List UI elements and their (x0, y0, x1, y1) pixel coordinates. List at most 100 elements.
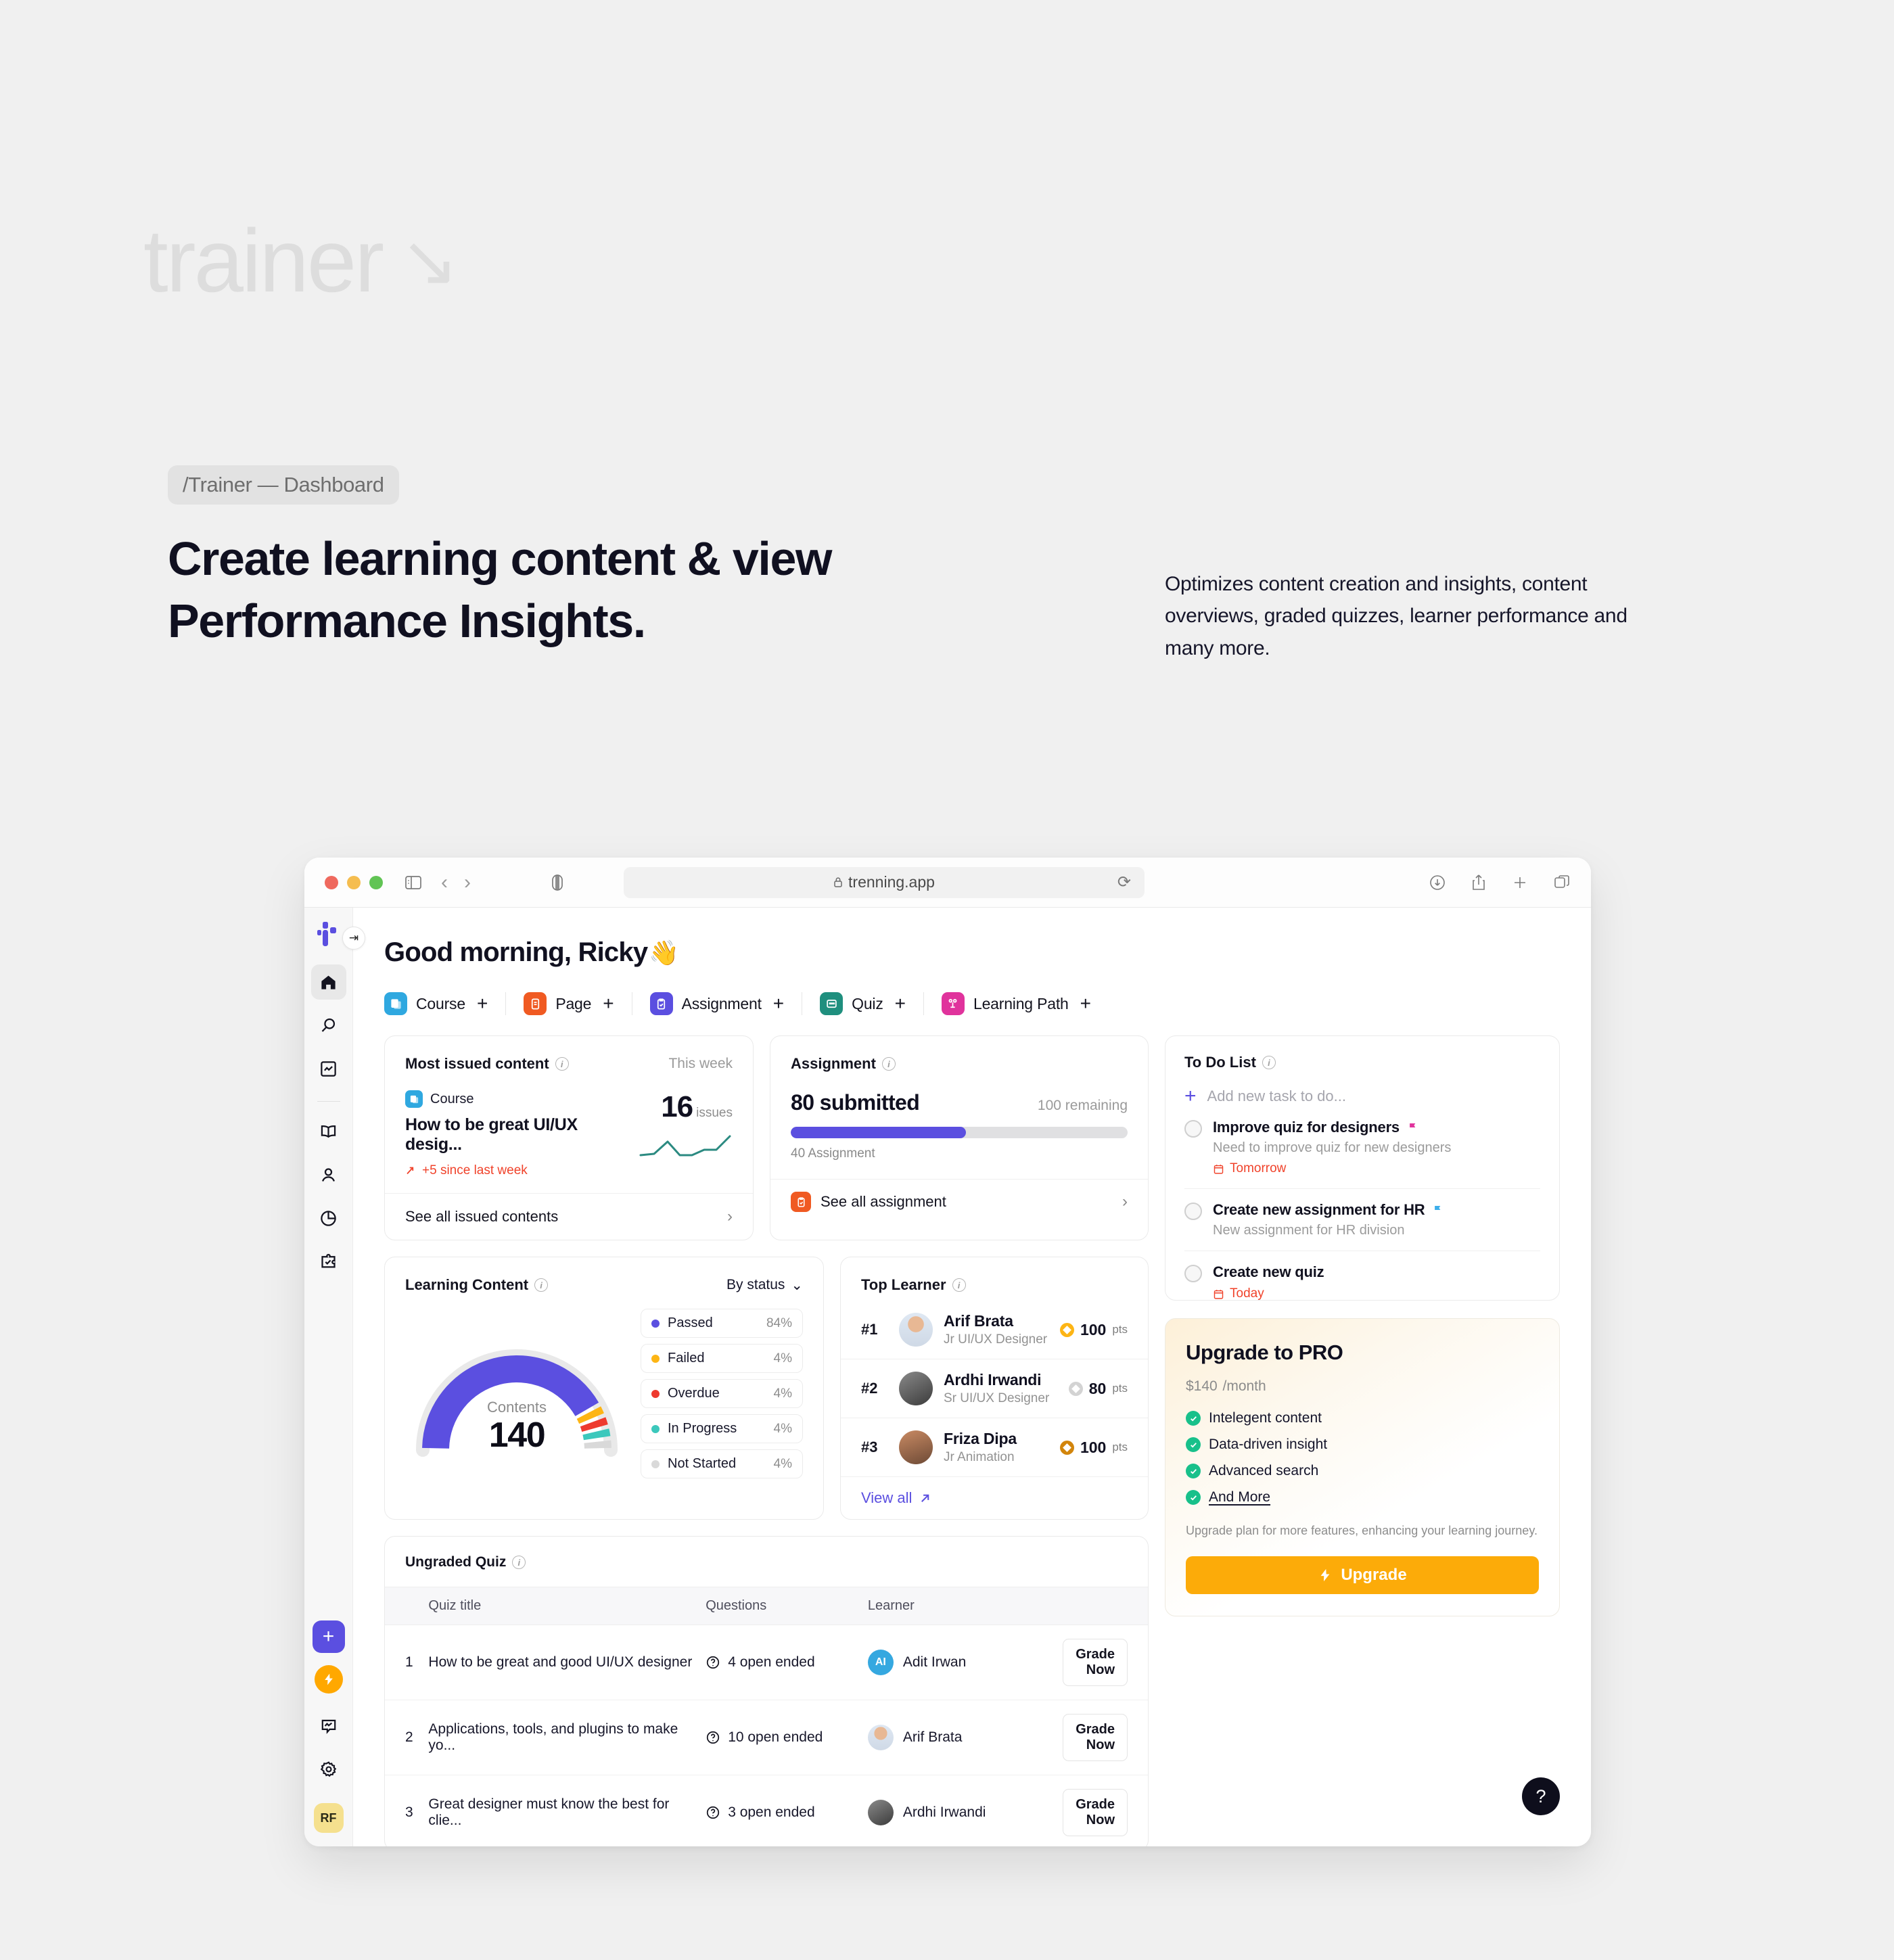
see-all-assignment-left: See all assignment (791, 1192, 946, 1212)
back-icon[interactable]: ‹ (441, 871, 448, 894)
sidebar-item-home[interactable] (310, 964, 346, 1000)
pro-feature[interactable]: And More (1186, 1489, 1539, 1506)
create-item-page[interactable]: Page + (524, 992, 631, 1015)
downloads-icon[interactable] (1429, 874, 1446, 891)
reload-icon[interactable]: ⟳ (1117, 872, 1131, 892)
create-plus-assignment[interactable]: + (773, 993, 784, 1014)
content-type: Course (405, 1090, 638, 1108)
avatar[interactable]: RF (313, 1803, 344, 1833)
by-status-dropdown[interactable]: By status ⌄ (726, 1277, 803, 1294)
sidebar-item-learners[interactable] (311, 1157, 346, 1192)
help-button[interactable]: ? (1522, 1777, 1560, 1815)
forward-icon[interactable]: › (464, 871, 471, 894)
info-icon[interactable]: i (512, 1556, 526, 1569)
sidebar-item-library[interactable] (311, 1114, 346, 1149)
legend-item-passed[interactable]: Passed 84% (641, 1309, 803, 1338)
grade-now-button[interactable]: Grade Now (1063, 1714, 1128, 1761)
todo-item[interactable]: Improve quiz for designers Need to impro… (1184, 1106, 1540, 1189)
todo-item[interactable]: Create new quiz Today (1184, 1251, 1540, 1300)
page-root: trainer ↘ /Trainer — Dashboard Create le… (0, 0, 1894, 1960)
grade-now-button[interactable]: Grade Now (1063, 1789, 1128, 1836)
table-row[interactable]: 2 Applications, tools, and plugins to ma… (385, 1700, 1148, 1775)
legend-label: In Progress (668, 1421, 737, 1436)
waving-hand-icon: 👋 (649, 938, 679, 966)
table-body: 1 How to be great and good UI/UX designe… (385, 1625, 1148, 1846)
sidebar-item-reports[interactable] (311, 1200, 346, 1236)
share-icon[interactable] (1471, 873, 1487, 891)
legend-item-in-progress[interactable]: In Progress 4% (641, 1414, 803, 1443)
browser-nav[interactable]: ‹ › (441, 871, 471, 894)
learner-rank: #1 (861, 1321, 878, 1338)
sidebar-item-settings[interactable] (311, 1752, 346, 1787)
create-plus-learning-path[interactable]: + (1080, 993, 1091, 1014)
info-icon[interactable]: i (534, 1278, 549, 1292)
quiz-title-cell: Great designer must know the best for cl… (428, 1775, 706, 1846)
page-subcopy: Optimizes content creation and insights,… (1165, 573, 1627, 659)
sparkline-chart (639, 1135, 731, 1157)
close-window-button[interactable] (325, 875, 338, 889)
table-row[interactable]: 3 Great designer must know the best for … (385, 1775, 1148, 1846)
info-icon[interactable]: i (952, 1278, 966, 1292)
sidebar-toggle-icon[interactable] (405, 874, 422, 891)
sidebar-item-analytics[interactable] (311, 1051, 346, 1086)
create-plus-course[interactable]: + (477, 993, 488, 1014)
create-item-course[interactable]: Course + (384, 992, 505, 1015)
upgrade-button[interactable]: Upgrade (1186, 1556, 1539, 1594)
legend-value: 4% (773, 1351, 792, 1366)
book-open-icon (321, 1125, 336, 1138)
reader-view-icon[interactable] (551, 874, 564, 891)
info-icon[interactable]: i (555, 1057, 569, 1071)
view-all-learners-link[interactable]: View all (841, 1477, 1148, 1519)
todo-checkbox[interactable] (1184, 1120, 1202, 1138)
flag-icon (1409, 1123, 1416, 1132)
todo-checkbox[interactable] (1184, 1203, 1202, 1220)
legend-item-not-started[interactable]: Not Started 4% (641, 1449, 803, 1478)
by-status-label: By status (726, 1277, 785, 1292)
collapse-panel-icon[interactable]: ⇥ (342, 927, 365, 950)
bolt-icon[interactable] (314, 1665, 343, 1694)
create-item-quiz[interactable]: Quiz + (820, 992, 923, 1015)
top-learner-row[interactable]: #3 Friza Dipa Jr Animation 100 pts (841, 1418, 1148, 1477)
todo-checkbox[interactable] (1184, 1265, 1202, 1282)
tab-overview-icon[interactable] (1553, 874, 1571, 891)
question-icon (707, 1806, 720, 1819)
todo-title: To Do List (1184, 1054, 1256, 1071)
add-task-input[interactable]: + Add new task to do... (1184, 1086, 1540, 1106)
see-all-assignment-link[interactable]: See all assignment › (770, 1179, 1148, 1224)
info-icon[interactable]: i (1262, 1056, 1276, 1069)
app-sidebar: ⇥ + RF (304, 908, 365, 1846)
todo-description: Need to improve quiz for new designers (1213, 1140, 1452, 1155)
table-row[interactable]: 1 How to be great and good UI/UX designe… (385, 1625, 1148, 1700)
create-item-learning-path[interactable]: Learning Path + (941, 992, 1109, 1015)
maximize-window-button[interactable] (369, 875, 383, 889)
sidebar-item-integrations[interactable] (311, 1244, 346, 1279)
trenning-logo-icon[interactable] (314, 920, 344, 950)
sidebar-item-feedback[interactable] (311, 1708, 346, 1744)
legend-item-overdue[interactable]: Overdue 4% (641, 1379, 803, 1408)
grade-now-button[interactable]: Grade Now (1063, 1639, 1128, 1686)
address-bar[interactable]: trenning.app ⟳ (624, 866, 1145, 898)
top-learner-row[interactable]: #2 Ardhi Irwandi Sr UI/UX Designer 80 pts (841, 1359, 1148, 1418)
ungraded-quiz-table: Quiz title Questions Learner 1 How to be… (385, 1587, 1148, 1846)
create-plus-page[interactable]: + (603, 993, 614, 1014)
pie-chart-icon (321, 1210, 336, 1226)
sidebar-item-search[interactable] (311, 1008, 346, 1043)
add-content-button[interactable]: + (312, 1620, 345, 1653)
window-controls[interactable] (325, 875, 383, 889)
quiz-title-cell: How to be great and good UI/UX designer (428, 1625, 706, 1700)
plus-icon[interactable]: + (1184, 1086, 1197, 1106)
top-learner-row[interactable]: #1 Arif Brata Jr UI/UX Designer 100 pts (841, 1301, 1148, 1359)
create-plus-quiz[interactable]: + (895, 993, 906, 1014)
see-all-issued-contents-link[interactable]: See all issued contents › (385, 1193, 753, 1240)
minimize-window-button[interactable] (347, 875, 361, 889)
new-tab-plus-icon[interactable] (1511, 874, 1529, 891)
status-legend: Passed 84% Failed 4% Overdue 4% In Progr… (641, 1309, 803, 1478)
card-header: Learning Content i By status ⌄ (405, 1276, 803, 1294)
info-icon[interactable]: i (881, 1057, 896, 1071)
todo-item[interactable]: Create new assignment for HR New assignm… (1184, 1189, 1540, 1251)
assignment-remaining: 100 remaining (1037, 1098, 1128, 1113)
add-task-placeholder: Add new task to do... (1207, 1088, 1346, 1104)
row-index: 2 (385, 1700, 429, 1775)
create-item-assignment[interactable]: Assignment + (649, 992, 802, 1015)
legend-item-failed[interactable]: Failed 4% (641, 1344, 803, 1373)
